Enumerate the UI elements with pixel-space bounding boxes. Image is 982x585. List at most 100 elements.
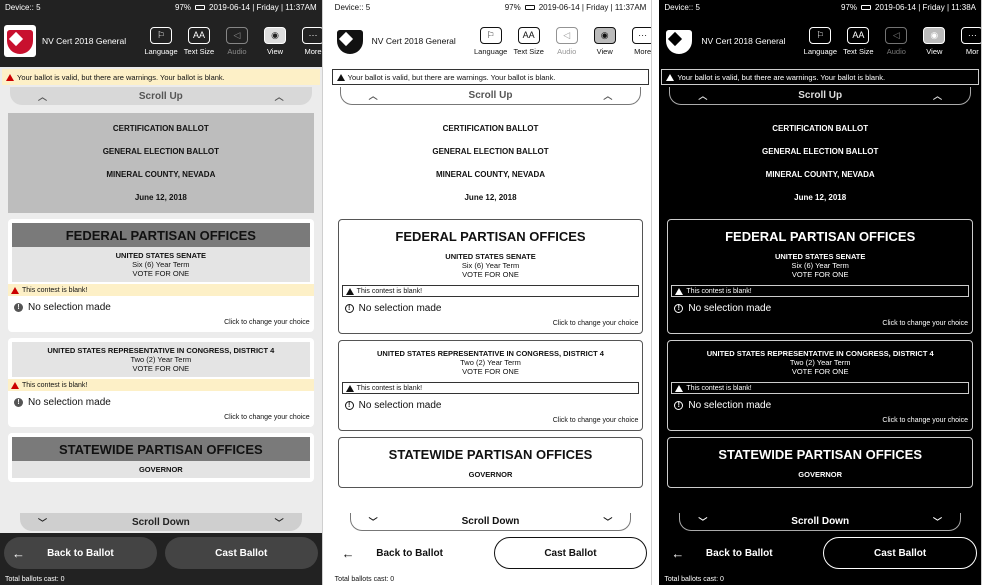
- more-button[interactable]: ··· More: [296, 26, 322, 56]
- text-size-button[interactable]: AA Text Size: [182, 26, 216, 56]
- cast-ballot-button[interactable]: Cast Ballot: [164, 537, 318, 569]
- more-label: Mor: [965, 46, 979, 56]
- scroll-up-button[interactable]: ︿ Scroll Up ︿: [669, 87, 972, 105]
- contest-card[interactable]: UNITED STATES REPRESENTATIVE IN CONGRESS…: [8, 338, 314, 427]
- warning-text: Your ballot is valid, but there are warn…: [347, 72, 556, 82]
- selection-status: ! No selection made: [12, 393, 310, 410]
- screenshot-root: Device:: 5 97% 2019-06-14 | Friday | 11:3…: [0, 0, 982, 585]
- election-name: NV Cert 2018 General: [371, 36, 456, 46]
- blank-text: This contest is blank!: [22, 286, 88, 294]
- blank-text: This contest is blank!: [22, 381, 88, 389]
- ballot-warning-bar: Your ballot is valid, but there are warn…: [331, 69, 650, 85]
- warning-icon: [6, 73, 14, 81]
- view-label: View: [926, 46, 943, 56]
- section-title: STATEWIDE PARTISAN OFFICES: [718, 446, 923, 462]
- ballot-header: CERTIFICATION BALLOT GENERAL ELECTION BA…: [8, 113, 314, 213]
- scroll-up-label: Scroll Up: [798, 90, 843, 101]
- contest-card[interactable]: FEDERAL PARTISAN OFFICES UNITED STATES S…: [337, 219, 644, 334]
- text-size-button[interactable]: AA Text Size: [512, 26, 546, 56]
- scroll-down-label: Scroll Down: [791, 516, 850, 527]
- contest-term: Six (6) Year Term: [791, 261, 849, 270]
- more-button[interactable]: ··· Mor: [955, 26, 982, 56]
- contest-card[interactable]: UNITED STATES REPRESENTATIVE IN CONGRESS…: [667, 340, 974, 431]
- change-choice-link[interactable]: Click to change your choice: [672, 413, 968, 426]
- cast-ballot-button[interactable]: Cast Ballot: [493, 537, 648, 569]
- contest-header-partial: GOVERNOR: [672, 466, 968, 483]
- warning-icon: [11, 286, 19, 294]
- chevron-down-icon: ﹀: [274, 517, 284, 528]
- contest-card[interactable]: STATEWIDE PARTISAN OFFICES GOVERNOR: [337, 437, 644, 488]
- language-button[interactable]: ⚐ Language: [803, 26, 837, 56]
- scroll-up-button[interactable]: ︿ Scroll Up ︿: [10, 87, 312, 105]
- chevron-down-icon: ﹀: [603, 517, 613, 527]
- ballot-date: June 12, 2018: [464, 193, 517, 202]
- top-toolbar: NV Cert 2018 General ⚐ Language AA Text Si…: [659, 15, 982, 67]
- selection-status: ! No selection made: [12, 298, 310, 315]
- back-to-ballot-button[interactable]: ← Back to Ballot: [663, 537, 815, 569]
- scroll-up-label: Scroll Up: [138, 90, 183, 102]
- view-button[interactable]: ◉ View: [588, 26, 622, 56]
- info-icon: !: [14, 303, 23, 312]
- selection-text: No selection made: [688, 400, 772, 411]
- speaker-icon: ◁: [226, 26, 248, 44]
- cast-label: Cast Ballot: [873, 547, 927, 559]
- ballot-header-line2: GENERAL ELECTION BALLOT: [102, 147, 219, 156]
- panel-gray-theme: Device:: 5 97% 2019-06-14 | Friday | 11:3…: [0, 0, 323, 585]
- contest-blank-warning: This contest is blank!: [8, 379, 314, 391]
- contest-card[interactable]: FEDERAL PARTISAN OFFICES UNITED STATES S…: [8, 219, 314, 332]
- back-to-ballot-button[interactable]: ← Back to Ballot: [334, 537, 486, 569]
- contest-name: GOVERNOR: [138, 465, 183, 474]
- selection-status: ! No selection made: [343, 396, 639, 413]
- contest-card[interactable]: UNITED STATES REPRESENTATIVE IN CONGRESS…: [337, 340, 644, 431]
- contest-card[interactable]: STATEWIDE PARTISAN OFFICES GOVERNOR: [667, 437, 974, 488]
- change-choice-link[interactable]: Click to change your choice: [343, 413, 639, 426]
- warning-icon: [11, 381, 19, 389]
- change-choice-link[interactable]: Click to change your choice: [12, 410, 310, 423]
- battery-percent: 97%: [841, 3, 858, 12]
- more-button[interactable]: ··· More: [626, 26, 652, 56]
- info-icon: !: [674, 401, 684, 410]
- view-button[interactable]: ◉ View: [917, 26, 951, 56]
- contest-header: UNITED STATES SENATE Six (6) Year Term V…: [672, 248, 968, 283]
- back-to-ballot-button[interactable]: ← Back to Ballot: [4, 537, 157, 569]
- selection-status: ! No selection made: [672, 396, 968, 413]
- scroll-down-button[interactable]: ﹀ Scroll Down ﹀: [0, 513, 322, 535]
- arrow-left-icon: ←: [341, 545, 355, 561]
- contest-header: UNITED STATES SENATE Six (6) Year Term V…: [343, 248, 639, 283]
- flag-icon: ⚐: [150, 26, 172, 44]
- ballots-cast-count: Total ballots cast: 0: [664, 576, 724, 583]
- contest-header: UNITED STATES REPRESENTATIVE IN CONGRESS…: [12, 342, 310, 377]
- ballot-header-line3: MINERAL COUNTY, NEVADA: [765, 170, 875, 179]
- text-size-button[interactable]: AA Text Size: [841, 26, 875, 56]
- audio-button[interactable]: ◁ Audio: [220, 26, 254, 56]
- ballot-warning-bar: Your ballot is valid, but there are warn…: [2, 69, 320, 85]
- scroll-up-button[interactable]: ︿ Scroll Up ︿: [339, 87, 642, 105]
- ballots-cast-count: Total ballots cast: 0: [334, 576, 395, 583]
- flag-icon: ⚐: [809, 26, 832, 44]
- change-choice-link[interactable]: Click to change your choice: [672, 316, 968, 329]
- language-button[interactable]: ⚐ Language: [144, 26, 178, 56]
- contest-header: UNITED STATES SENATE Six (6) Year Term V…: [12, 247, 310, 282]
- blank-text: This contest is blank!: [686, 287, 752, 295]
- view-button[interactable]: ◉ View: [258, 26, 292, 56]
- chevron-down-icon: ﹀: [933, 517, 943, 527]
- audio-button[interactable]: ◁ Audio: [879, 26, 913, 56]
- audio-button[interactable]: ◁ Audio: [550, 26, 584, 56]
- scroll-down-button[interactable]: ﹀ Scroll Down ﹀: [659, 513, 981, 535]
- language-button[interactable]: ⚐ Language: [474, 26, 508, 56]
- device-label: Device:: 5: [334, 3, 371, 12]
- contest-card[interactable]: FEDERAL PARTISAN OFFICES UNITED STATES S…: [667, 219, 974, 334]
- contest-card[interactable]: STATEWIDE PARTISAN OFFICES GOVERNOR: [8, 433, 314, 482]
- change-choice-link[interactable]: Click to change your choice: [343, 316, 639, 329]
- warning-text: Your ballot is valid, but there are warn…: [17, 72, 225, 82]
- navigation-buttons: ← Back to Ballot Cast Ballot: [659, 537, 981, 569]
- contest-vote-for: VOTE FOR ONE: [462, 270, 519, 279]
- ballot-header-line3: MINERAL COUNTY, NEVADA: [435, 170, 546, 179]
- more-label: More: [304, 46, 322, 56]
- contest-name: GOVERNOR: [798, 470, 843, 479]
- change-choice-link[interactable]: Click to change your choice: [12, 315, 310, 328]
- back-label: Back to Ballot: [47, 547, 114, 559]
- cast-ballot-button[interactable]: Cast Ballot: [823, 537, 978, 569]
- contest-header: UNITED STATES REPRESENTATIVE IN CONGRESS…: [343, 345, 639, 380]
- scroll-down-button[interactable]: ﹀ Scroll Down ﹀: [330, 513, 652, 535]
